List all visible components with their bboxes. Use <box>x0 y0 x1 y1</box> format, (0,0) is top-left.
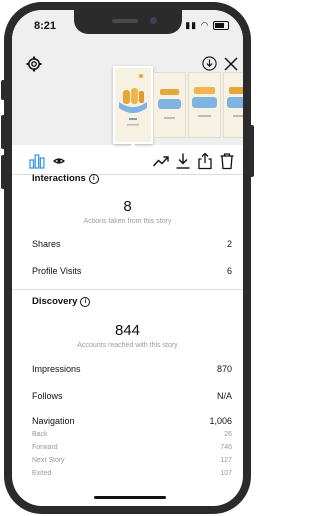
subrow-value: 26 <box>224 431 232 438</box>
row-label: Impressions <box>32 364 81 374</box>
interactions-title-text: Interactions <box>32 173 86 184</box>
row-value: N/A <box>216 391 232 401</box>
trending-icon[interactable] <box>152 152 170 170</box>
row-value: 6 <box>226 266 232 276</box>
interactions-title: Interactions i <box>32 173 99 184</box>
phone-mockup: 8:21 ▮▮ ◠ Interactions i 8 Actions taken… <box>0 0 255 516</box>
front-camera <box>150 17 157 24</box>
row-label: Shares <box>32 239 61 249</box>
list-item: Exited 107 <box>32 470 232 477</box>
story-thumbnails <box>113 64 243 144</box>
discovery-title: Discovery i <box>32 296 91 307</box>
story-image-icon <box>189 73 220 137</box>
discovery-total: 844 <box>114 322 141 339</box>
row-label: Profile Visits <box>32 266 82 276</box>
discovery-title-text: Discovery <box>32 296 78 307</box>
story-image-icon <box>224 73 243 137</box>
subrow-value: 107 <box>220 470 232 477</box>
row-value: 870 <box>216 364 232 374</box>
row-label: Navigation <box>32 416 75 426</box>
story-thumbnail-2[interactable] <box>153 72 186 138</box>
status-icons: ▮▮ ◠ <box>185 20 229 31</box>
story-image-icon <box>115 68 151 142</box>
info-icon[interactable]: i <box>80 297 91 307</box>
list-item: Next Story 127 <box>32 457 232 464</box>
insights-toolbar <box>12 150 243 174</box>
row-label: Follows <box>32 391 63 401</box>
info-icon[interactable]: i <box>88 174 99 184</box>
row-value: 2 <box>226 239 232 249</box>
battery-icon <box>213 21 229 31</box>
list-item: Follows N/A <box>32 391 232 401</box>
list-item: Impressions 870 <box>32 364 232 374</box>
subrow-label: Back <box>32 431 48 438</box>
discovery-caption: Accounts reached with this story <box>77 342 178 349</box>
subrow-label: Exited <box>32 470 52 477</box>
settings-gear-icon[interactable] <box>26 56 42 72</box>
home-indicator[interactable] <box>94 496 166 499</box>
list-item: Back 26 <box>32 431 232 438</box>
list-item: Shares 2 <box>32 239 232 249</box>
story-thumbnail-3[interactable] <box>188 72 221 138</box>
subrow-value: 127 <box>220 457 232 464</box>
story-preview-area: 8:21 ▮▮ ◠ <box>12 10 243 145</box>
interactions-caption: Actions taken from this story <box>83 218 172 225</box>
insights-bar-chart-icon[interactable] <box>28 152 46 170</box>
download-icon[interactable] <box>174 152 192 170</box>
list-item[interactable]: Profile Visits 6 <box>32 266 232 276</box>
list-item: Navigation 1,006 <box>32 416 232 426</box>
interactions-total: 8 <box>123 198 132 215</box>
subrow-label: Forward <box>32 444 58 451</box>
row-value: 1,006 <box>209 416 232 426</box>
wifi-icon: ◠ <box>200 20 210 30</box>
status-bar: 8:21 ▮▮ ◠ <box>12 10 243 40</box>
status-time: 8:21 <box>34 20 57 32</box>
list-item: Forward 746 <box>32 444 232 451</box>
subrow-label: Next Story <box>32 457 65 464</box>
selected-story-caret <box>126 143 140 150</box>
trash-icon[interactable] <box>218 152 236 170</box>
screen: 8:21 ▮▮ ◠ Interactions i 8 Actions taken… <box>12 10 243 506</box>
share-icon[interactable] <box>196 152 214 170</box>
notch <box>74 10 182 34</box>
subrow-value: 746 <box>220 444 232 451</box>
viewers-eye-icon[interactable] <box>50 152 68 170</box>
story-thumbnail-current[interactable] <box>113 66 153 144</box>
section-divider <box>12 289 243 290</box>
story-image-icon <box>154 73 185 137</box>
signal-icon: ▮▮ <box>185 20 198 30</box>
speaker <box>112 19 138 23</box>
story-thumbnail-4[interactable] <box>223 72 243 138</box>
